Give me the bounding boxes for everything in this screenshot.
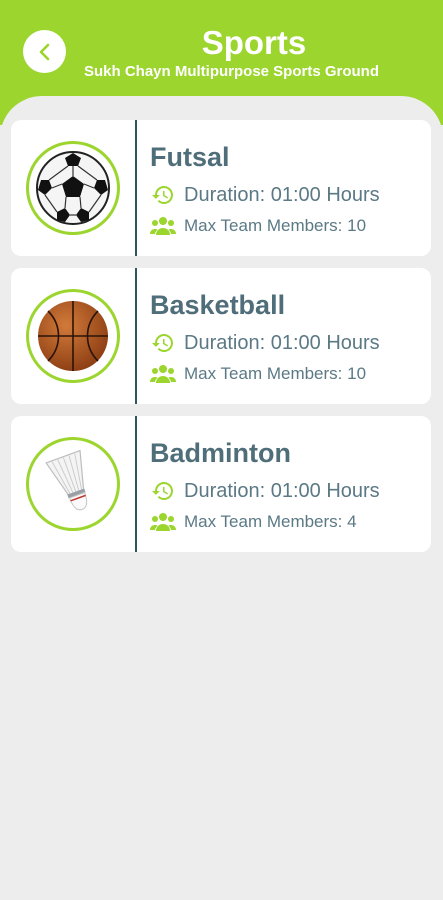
users-icon — [150, 510, 176, 534]
history-icon — [150, 183, 176, 207]
shuttlecock-icon — [45, 449, 88, 511]
sport-card-futsal[interactable]: Futsal Duration: 01:00 Hours Max Team Me… — [11, 120, 431, 256]
sport-name: Basketball — [150, 290, 286, 320]
members-row: Max Team Members: 4 — [150, 510, 357, 534]
basketball-icon — [38, 301, 108, 371]
members-row: Max Team Members: 10 — [150, 214, 366, 238]
members-text: Max Team Members: 10 — [184, 364, 367, 383]
duration-text: Duration: 01:00 Hours — [184, 479, 380, 502]
sport-name: Badminton — [150, 438, 291, 468]
members-text: Max Team Members: 10 — [184, 216, 367, 235]
duration-row: Duration: 01:00 Hours — [150, 331, 380, 355]
sport-image-frame — [26, 141, 120, 235]
duration-text: Duration: 01:00 Hours — [184, 183, 380, 206]
sport-name: Futsal — [150, 142, 230, 172]
duration-text: Duration: 01:00 Hours — [184, 331, 380, 354]
page-subtitle: Sukh Chayn Multipurpose Sports Ground — [84, 63, 380, 80]
duration-row: Duration: 01:00 Hours — [150, 183, 380, 207]
users-icon — [150, 362, 176, 386]
users-icon — [150, 214, 176, 238]
card-divider — [135, 416, 137, 552]
sport-image-frame — [26, 437, 120, 531]
members-row: Max Team Members: 10 — [150, 362, 366, 386]
sport-card-badminton[interactable]: Badminton Duration: 01:00 Hours Max Team… — [11, 416, 431, 552]
history-icon — [150, 331, 176, 355]
duration-row: Duration: 01:00 Hours — [150, 479, 380, 503]
sport-card-basketball[interactable]: Basketball Duration: 01:00 Hours Max Tea… — [11, 268, 431, 404]
card-divider — [135, 268, 137, 404]
members-text: Max Team Members: 4 — [184, 512, 357, 531]
history-icon — [150, 479, 176, 503]
sport-image-frame — [26, 289, 120, 383]
card-divider — [135, 120, 137, 256]
soccer-ball-icon — [36, 151, 110, 225]
page-title: Sports — [201, 24, 307, 61]
